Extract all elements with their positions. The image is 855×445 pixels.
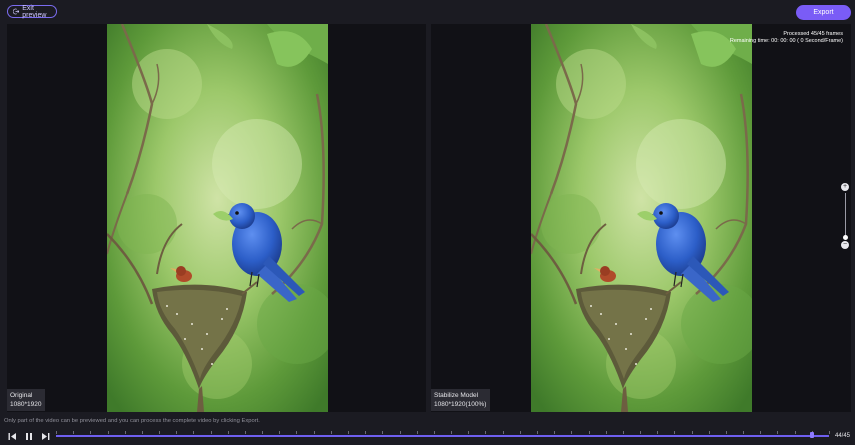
timeline-tick [193, 431, 195, 434]
zoom-in-icon[interactable]: + [841, 183, 849, 191]
timeline-tick [244, 431, 246, 434]
exit-preview-label: Exit preview [22, 4, 47, 19]
timeline-tick [502, 431, 504, 434]
processed-frames: Processed 45/45 frames [783, 31, 843, 37]
zoom-slider-track[interactable] [845, 193, 846, 237]
timeline-tick [262, 431, 264, 434]
stabilized-label: Stabilize Model 1080*1920(100%) [431, 389, 491, 411]
timeline-tick [159, 431, 161, 434]
timeline-tick [124, 431, 126, 434]
zoom-slider-handle[interactable] [843, 235, 848, 240]
timeline-tick [451, 431, 453, 434]
stabilized-video-frame [531, 24, 752, 412]
stabilized-resolution: 1080*1920(100%) [434, 401, 487, 408]
timeline-tick [365, 431, 367, 434]
timeline-tick [107, 431, 109, 434]
next-frame-icon[interactable] [40, 432, 50, 441]
timeline-tick [571, 431, 573, 434]
timeline-playhead[interactable] [809, 432, 814, 438]
timeline-tick [468, 431, 470, 434]
processing-stats: Processed 45/45 frames Remaining time: 0… [730, 31, 843, 45]
exit-preview-button[interactable]: Exit preview [7, 4, 57, 19]
timeline-tick [794, 431, 796, 434]
export-button[interactable]: Export [796, 5, 851, 20]
top-toolbar: Exit preview Export [0, 0, 855, 24]
timeline-tick [313, 431, 315, 434]
previous-frame-icon[interactable] [8, 432, 18, 441]
timeline-tick [657, 431, 659, 434]
original-title: Original [10, 392, 33, 399]
timeline-tick [554, 431, 556, 434]
timeline-tick [519, 431, 521, 434]
original-label: Original 1080*1920 [7, 389, 46, 411]
timeline-tick [227, 431, 229, 434]
original-video-frame [107, 24, 328, 412]
preview-notice: Only part of the video can be previewed … [4, 418, 260, 424]
timeline-tick [176, 431, 178, 434]
timeline-tick [416, 431, 418, 434]
timeline-tick [777, 431, 779, 434]
timeline-tick [141, 431, 143, 434]
timeline-tick [90, 431, 92, 434]
stabilized-preview-panel: Processed 45/45 frames Remaining time: 0… [431, 24, 851, 412]
timeline-tick [73, 431, 75, 434]
zoom-out-icon[interactable]: − [841, 241, 849, 249]
timeline-tick [330, 431, 332, 434]
timeline-tick [708, 431, 710, 434]
timeline-tick [622, 431, 624, 434]
timeline-tick [485, 431, 487, 434]
timeline-tick [399, 431, 401, 434]
timeline-tick [296, 431, 298, 434]
timeline-tick [605, 431, 607, 434]
original-resolution: 1080*1920 [10, 401, 42, 408]
stabilized-title: Stabilize Model [434, 392, 479, 399]
timeline-tick [279, 431, 281, 434]
original-preview-panel: Original 1080*1920 [7, 24, 426, 412]
remaining-time: Remaining time: 00: 00: 00 ( 0 Second/Fr… [729, 38, 843, 44]
timeline-tick [640, 431, 642, 434]
timeline-tick [674, 431, 676, 434]
timeline-tick [433, 431, 435, 434]
timeline-tick [725, 431, 727, 434]
frame-counter: 44/45 [835, 433, 851, 439]
exit-icon [13, 8, 20, 15]
timeline-tick [588, 431, 590, 434]
export-label: Export [813, 9, 834, 16]
timeline-tick [691, 431, 693, 434]
pause-icon[interactable] [24, 432, 34, 441]
timeline-tick [210, 431, 212, 434]
timeline-tick [56, 431, 57, 434]
timeline-tick [536, 431, 538, 434]
timeline-tick [382, 431, 384, 434]
timeline-track[interactable] [56, 435, 829, 437]
timeline-tick [348, 431, 350, 434]
timeline-tick [760, 431, 762, 434]
timeline-tick [743, 431, 745, 434]
zoom-control: + − [841, 183, 850, 249]
timeline-tick [829, 431, 830, 434]
